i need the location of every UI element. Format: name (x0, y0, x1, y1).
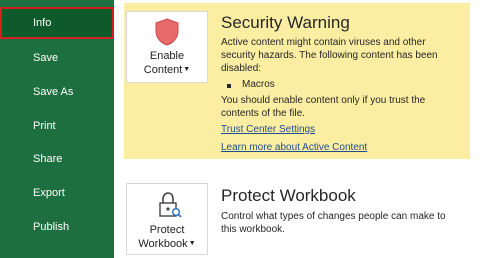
enable-content-label: Content▼ (143, 64, 191, 76)
protect-desc-line2: this workbook. (221, 224, 285, 235)
protect-workbook-title: Protect Workbook (221, 186, 356, 205)
nav-share[interactable]: Share (0, 143, 114, 175)
security-desc-line3: disabled: (221, 63, 262, 74)
caret-down-icon: ▼ (183, 66, 191, 74)
disabled-item-macros: Macros (242, 79, 275, 90)
enable-content-button[interactable]: Enable Content▼ (126, 11, 208, 83)
protect-workbook-label: Workbook▼ (138, 238, 196, 250)
protect-desc-line1: Control what types of changes people can… (221, 211, 446, 222)
caret-down-icon: ▼ (188, 240, 196, 248)
security-advice-line1: You should enable content only if you tr… (221, 95, 426, 106)
security-warning-title: Security Warning (221, 13, 350, 32)
backstage-sidebar: Info Save Save As Print Share Export Pub… (0, 0, 114, 258)
trust-center-settings-link[interactable]: Trust Center Settings (221, 124, 315, 135)
nav-info[interactable]: Info (0, 7, 114, 39)
shield-icon (155, 18, 179, 46)
security-advice-line2: contents of the file. (221, 108, 305, 119)
security-warning-panel: Enable Content▼ Security Warning Active … (124, 3, 470, 159)
nav-print[interactable]: Print (0, 110, 114, 142)
nav-publish[interactable]: Publish (0, 211, 114, 243)
nav-export[interactable]: Export (0, 177, 114, 209)
enable-content-label-line1: Enable (149, 50, 185, 62)
protect-workbook-label-line1: Protect (149, 224, 185, 236)
nav-save-as[interactable]: Save As (0, 76, 114, 108)
security-desc-line2: security hazards. The following content … (221, 50, 438, 61)
padlock-key-icon (159, 192, 182, 218)
protect-workbook-button[interactable]: Protect Workbook▼ (126, 183, 208, 255)
nav-save[interactable]: Save (0, 42, 114, 74)
bullet-marker (227, 84, 231, 88)
learn-more-active-content-link[interactable]: Learn more about Active Content (221, 142, 367, 153)
info-pane: Enable Content▼ Security Warning Active … (114, 0, 480, 258)
security-desc-line1: Active content might contain viruses and… (221, 37, 426, 48)
